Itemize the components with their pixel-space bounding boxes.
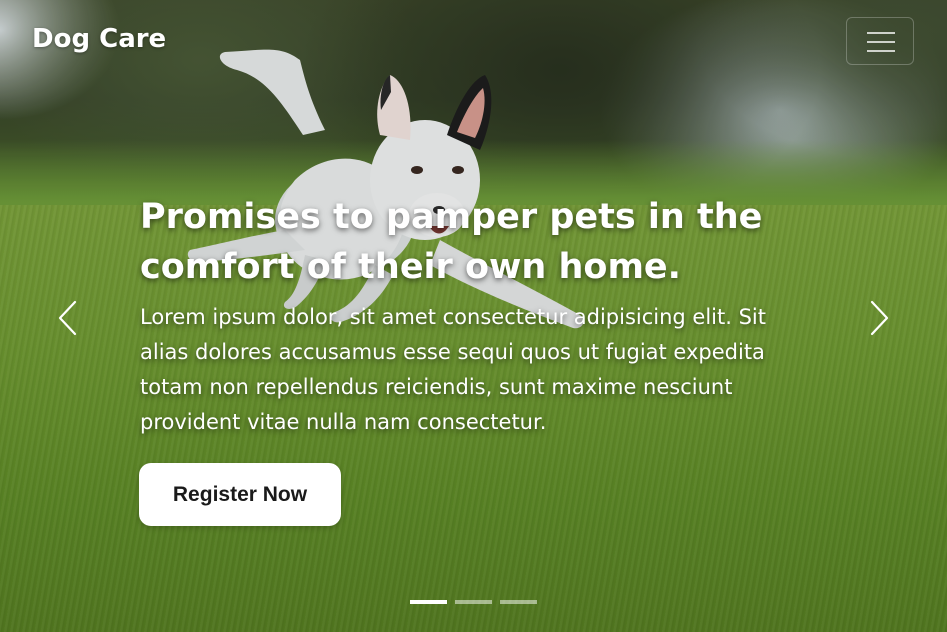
- register-now-button[interactable]: Register Now: [139, 463, 341, 526]
- chevron-right-icon: [870, 300, 889, 336]
- hero-headline: Promises to pamper pets in the comfort o…: [140, 192, 810, 292]
- carousel-prev-button[interactable]: [48, 297, 88, 339]
- brand-logo[interactable]: Dog Care: [32, 24, 166, 54]
- navbar-toggler-button[interactable]: [846, 17, 914, 65]
- carousel-indicators: [410, 600, 537, 604]
- carousel-indicator-2[interactable]: [455, 600, 492, 604]
- hero-headline-line-2: comfort of their own home.: [140, 247, 681, 287]
- hero-carousel: Dog Care Promises to pamper pets in the …: [0, 0, 947, 632]
- carousel-indicator-3[interactable]: [500, 600, 537, 604]
- carousel-indicator-1[interactable]: [410, 600, 447, 604]
- hero-lead-text: Lorem ipsum dolor, sit amet consectetur …: [140, 305, 766, 434]
- carousel-next-button[interactable]: [859, 297, 899, 339]
- hero-headline-line-1: Promises to pamper pets in the: [140, 197, 763, 237]
- chevron-left-icon: [58, 300, 77, 336]
- carousel-caption: Promises to pamper pets in the comfort o…: [140, 192, 810, 440]
